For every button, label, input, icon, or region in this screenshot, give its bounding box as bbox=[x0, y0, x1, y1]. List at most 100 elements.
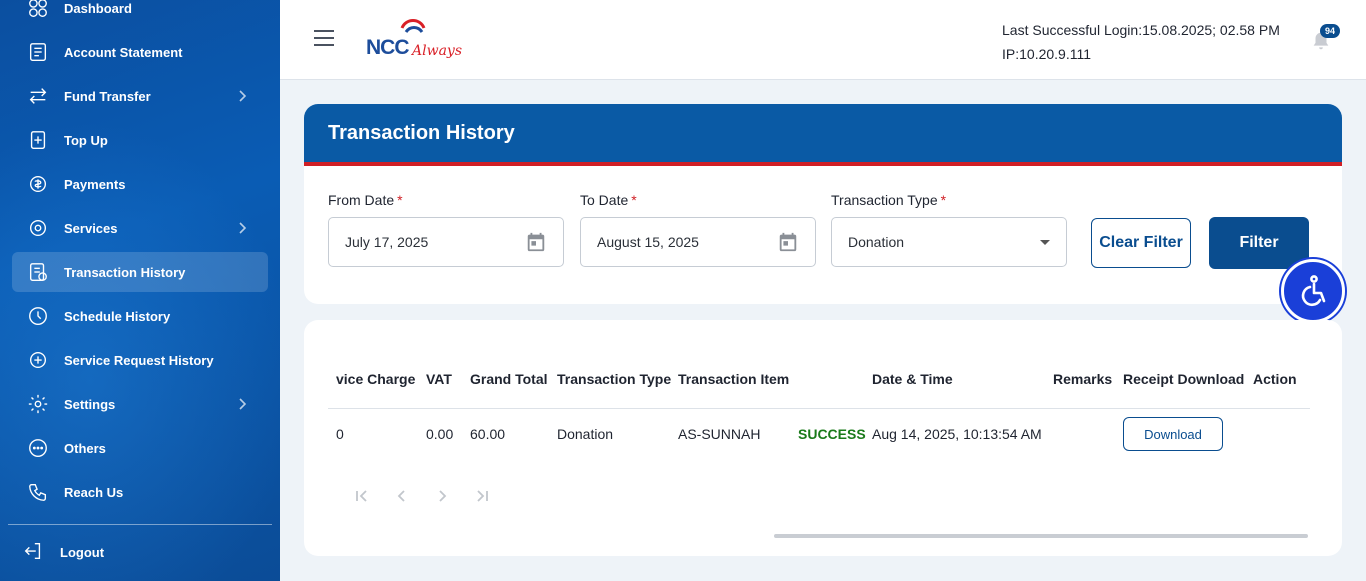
from-date-value: July 17, 2025 bbox=[345, 234, 429, 250]
logout-button[interactable]: Logout bbox=[22, 540, 104, 564]
page-title: Transaction History bbox=[304, 104, 1342, 166]
sidebar-item-label: Settings bbox=[64, 396, 116, 412]
logo-mark-icon bbox=[400, 19, 426, 33]
transaction-type-select[interactable]: Donation bbox=[831, 217, 1067, 267]
sidebar-item-fund-transfer[interactable]: Fund Transfer bbox=[12, 76, 268, 116]
col-header-receipt-download[interactable]: Receipt Download bbox=[1123, 371, 1244, 387]
dashboard-icon bbox=[26, 0, 50, 20]
first-page-icon[interactable] bbox=[354, 488, 370, 504]
chevron-right-icon bbox=[234, 220, 250, 236]
payments-icon bbox=[26, 172, 50, 196]
filter-card: Transaction History From Date * July 17, … bbox=[304, 104, 1342, 304]
from-date-label: From Date * bbox=[328, 192, 403, 208]
more-icon bbox=[26, 436, 50, 460]
cell-transaction-item: AS-SUNNAH bbox=[678, 426, 761, 442]
logout-icon bbox=[22, 540, 46, 564]
sidebar-divider bbox=[8, 524, 272, 525]
top-header: NCC Always Last Successful Login:15.08.2… bbox=[280, 0, 1366, 80]
col-header-transaction-type[interactable]: Transaction Type bbox=[557, 371, 671, 387]
sidebar-item-label: Service Request History bbox=[64, 352, 214, 368]
logo-text: NCC bbox=[366, 36, 409, 59]
cell-transaction-type: Donation bbox=[557, 426, 614, 442]
logout-label: Logout bbox=[60, 544, 105, 560]
horizontal-scrollbar[interactable] bbox=[774, 534, 1308, 538]
wheelchair-icon bbox=[1301, 275, 1326, 307]
request-icon bbox=[26, 348, 50, 372]
statement-icon bbox=[26, 40, 50, 64]
sidebar-item-label: Payments bbox=[64, 176, 126, 192]
col-header-action[interactable]: Action bbox=[1253, 371, 1297, 387]
transactions-table-card: vice Charge VAT Grand Total Transaction … bbox=[304, 320, 1342, 556]
clear-filter-button[interactable]: Clear Filter bbox=[1091, 218, 1191, 268]
cell-vat: 0.00 bbox=[426, 426, 454, 442]
col-header-grand-total[interactable]: Grand Total bbox=[470, 371, 548, 387]
sidebar-item-services[interactable]: Services bbox=[12, 208, 268, 248]
sidebar-item-payments[interactable]: Payments bbox=[12, 164, 268, 204]
sidebar-item-label: Account Statement bbox=[64, 44, 183, 60]
dropdown-caret-icon bbox=[1040, 239, 1050, 245]
sidebar-item-reach-us[interactable]: Reach Us bbox=[12, 472, 268, 512]
sidebar-nav: Dashboard Account Statement Fund Transfe… bbox=[12, 0, 268, 516]
cell-service-charge: 0 bbox=[336, 426, 344, 442]
cell-date-time: Aug 14, 2025, 10:13:54 AM bbox=[872, 426, 1042, 442]
sidebar-item-dashboard[interactable]: Dashboard bbox=[12, 0, 268, 28]
cell-grand-total: 60.00 bbox=[470, 426, 506, 442]
transfer-icon bbox=[26, 84, 50, 108]
table-header-divider bbox=[328, 408, 1310, 409]
last-login-text: Last Successful Login:15.08.2025; 02.58 … bbox=[1002, 22, 1280, 38]
sidebar-item-label: Reach Us bbox=[64, 484, 124, 500]
chevron-right-icon bbox=[234, 88, 250, 104]
to-date-field: To Date * August 15, 2025 bbox=[580, 192, 816, 267]
download-receipt-button[interactable]: Download bbox=[1123, 417, 1223, 451]
transaction-type-label: Transaction Type * bbox=[831, 192, 947, 208]
sidebar-item-service-request-history[interactable]: Service Request History bbox=[12, 340, 268, 380]
login-info: Last Successful Login:15.08.2025; 02.58 … bbox=[1002, 18, 1280, 66]
col-header-transaction-item[interactable]: Transaction Item bbox=[678, 371, 789, 387]
sidebar-item-label: Fund Transfer bbox=[64, 88, 151, 104]
sidebar-item-label: Schedule History bbox=[64, 308, 171, 324]
previous-page-icon[interactable] bbox=[394, 488, 410, 504]
sidebar-item-label: Transaction History bbox=[64, 264, 186, 280]
last-page-icon[interactable] bbox=[474, 488, 490, 504]
clock-icon bbox=[26, 304, 50, 328]
to-date-label: To Date * bbox=[580, 192, 637, 208]
col-header-service-charge[interactable]: vice Charge bbox=[336, 371, 415, 387]
transaction-type-value: Donation bbox=[848, 234, 905, 250]
accessibility-button[interactable] bbox=[1281, 259, 1345, 323]
sidebar-item-transaction-history[interactable]: Transaction History bbox=[12, 252, 268, 292]
history-icon bbox=[26, 260, 50, 284]
to-date-value: August 15, 2025 bbox=[597, 234, 699, 250]
sidebar-item-label: Services bbox=[64, 220, 118, 236]
from-date-input[interactable]: July 17, 2025 bbox=[328, 217, 564, 267]
sidebar-item-label: Dashboard bbox=[64, 0, 132, 16]
hamburger-menu-icon[interactable] bbox=[314, 30, 334, 48]
topup-icon bbox=[26, 128, 50, 152]
to-date-input[interactable]: August 15, 2025 bbox=[580, 217, 816, 267]
calendar-icon[interactable] bbox=[777, 231, 799, 253]
sidebar-item-top-up[interactable]: Top Up bbox=[12, 120, 268, 160]
services-icon bbox=[26, 216, 50, 240]
from-date-field: From Date * July 17, 2025 bbox=[328, 192, 564, 267]
status-badge: SUCCESS bbox=[798, 426, 866, 442]
sidebar: Dashboard Account Statement Fund Transfe… bbox=[0, 0, 280, 581]
next-page-icon[interactable] bbox=[434, 488, 450, 504]
bank-logo[interactable]: NCC Always bbox=[366, 16, 466, 64]
col-header-vat[interactable]: VAT bbox=[426, 371, 452, 387]
filter-button[interactable]: Filter bbox=[1209, 217, 1309, 269]
col-header-date-time[interactable]: Date & Time bbox=[872, 371, 953, 387]
phone-icon bbox=[26, 480, 50, 504]
logo-script: Always bbox=[412, 43, 463, 59]
ip-text: IP:10.20.9.111 bbox=[1002, 46, 1091, 62]
calendar-icon[interactable] bbox=[525, 231, 547, 253]
sidebar-item-schedule-history[interactable]: Schedule History bbox=[12, 296, 268, 336]
chevron-right-icon bbox=[234, 396, 250, 412]
sidebar-item-label: Others bbox=[64, 440, 106, 456]
gear-icon bbox=[26, 392, 50, 416]
col-header-remarks[interactable]: Remarks bbox=[1053, 371, 1112, 387]
sidebar-item-label: Top Up bbox=[64, 132, 108, 148]
sidebar-item-account-statement[interactable]: Account Statement bbox=[12, 32, 268, 72]
notification-badge: 94 bbox=[1320, 24, 1340, 38]
sidebar-item-others[interactable]: Others bbox=[12, 428, 268, 468]
transaction-type-field: Transaction Type * Donation bbox=[831, 192, 1067, 267]
sidebar-item-settings[interactable]: Settings bbox=[12, 384, 268, 424]
